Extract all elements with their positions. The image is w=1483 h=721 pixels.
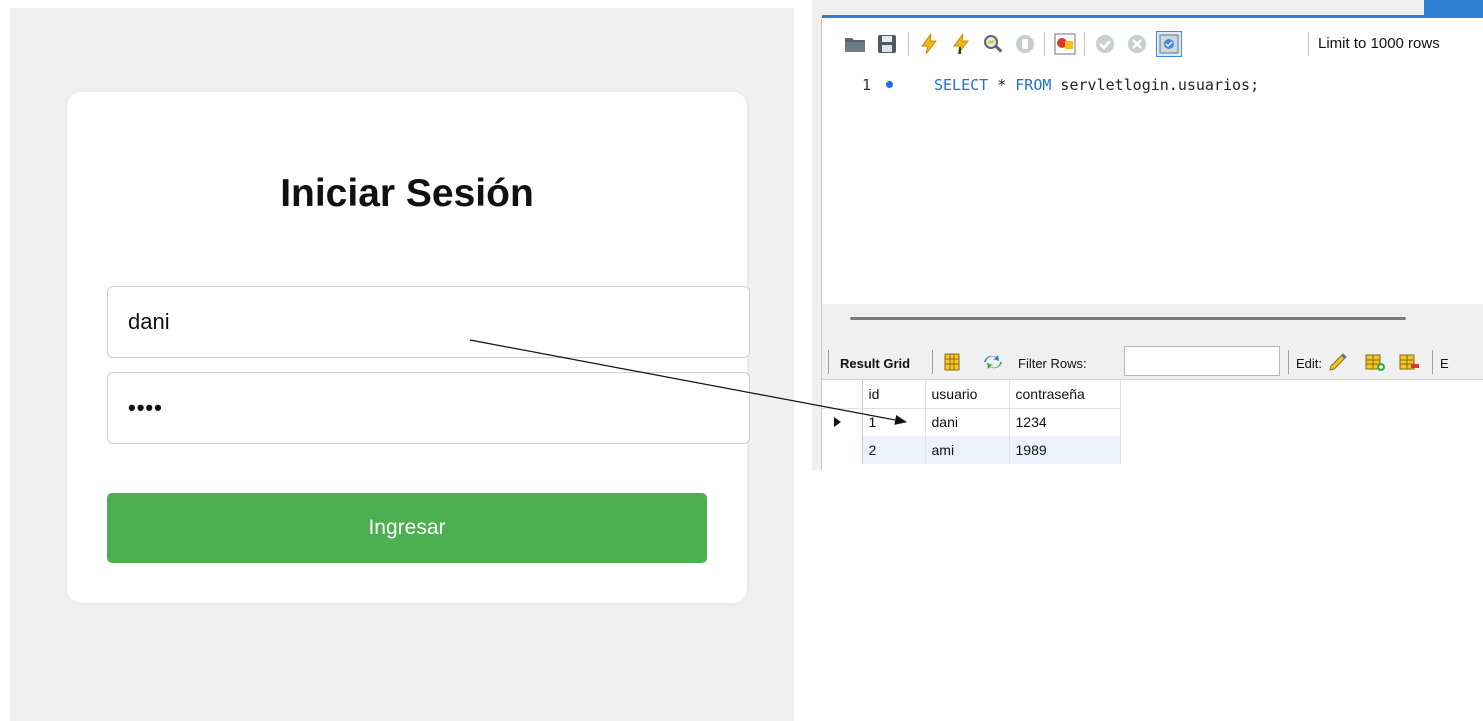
stop-icon[interactable] (1014, 33, 1036, 55)
sql-editor[interactable]: 1 SELECT * FROM servletlogin.usuarios; (822, 66, 1483, 304)
tab-strip-corner (1424, 0, 1483, 18)
table-row[interactable]: 1 dani 1234 (822, 408, 1121, 436)
username-input[interactable] (107, 286, 750, 358)
filter-rows-input[interactable] (1124, 346, 1280, 376)
edit-pencil-icon[interactable] (1328, 352, 1350, 374)
row-header[interactable] (822, 408, 863, 436)
toolbar-separator (908, 32, 909, 56)
add-row-icon[interactable] (1364, 352, 1386, 374)
toolbar-separator (1308, 32, 1309, 56)
login-submit-button[interactable]: Ingresar (107, 493, 707, 563)
panel-splitter-area (822, 304, 1483, 344)
execute-lightning-icon[interactable] (918, 33, 940, 55)
editor-line[interactable]: 1 SELECT * FROM servletlogin.usuarios; (822, 74, 1483, 96)
toolbar-separator (828, 350, 829, 374)
cell-id[interactable]: 1 (862, 408, 926, 436)
filter-rows-label: Filter Rows: (1018, 356, 1087, 371)
toolbar-separator (932, 350, 933, 374)
cell-contrasena[interactable]: 1989 (1009, 436, 1121, 464)
explain-magnifier-icon[interactable] (982, 33, 1004, 55)
password-input[interactable] (107, 372, 750, 444)
limit-rows-select[interactable]: Limit to 1000 rows (1318, 35, 1440, 52)
left-border (812, 18, 822, 470)
sql-keyword-from: FROM (1015, 76, 1052, 94)
edit-label: Edit: (1296, 356, 1323, 371)
login-page: Iniciar Sesión Ingresar (10, 8, 794, 721)
column-header-id[interactable]: id (862, 380, 926, 409)
refresh-icon[interactable] (982, 352, 1004, 374)
delete-row-icon[interactable] (1398, 352, 1420, 374)
autocommit-toggle-icon[interactable] (1156, 31, 1182, 57)
cell-usuario[interactable]: dani (925, 408, 1010, 436)
result-table: id usuario contraseña 1 dani 1234 2 ami … (822, 380, 1121, 464)
row-header[interactable] (822, 436, 863, 464)
column-header-contrasena[interactable]: contraseña (1009, 380, 1121, 409)
toggle-error-stop-icon[interactable] (1054, 33, 1076, 55)
line-number: 1 (862, 76, 872, 94)
rollback-icon[interactable] (1126, 33, 1148, 55)
cell-contrasena[interactable]: 1234 (1009, 408, 1121, 436)
column-header-usuario[interactable]: usuario (925, 380, 1010, 409)
cell-id[interactable]: 2 (862, 436, 926, 464)
execute-cursor-lightning-icon[interactable] (950, 33, 972, 55)
table-row[interactable]: 2 ami 1989 (822, 436, 1121, 464)
toolbar-separator (1084, 32, 1085, 56)
save-icon[interactable] (876, 33, 898, 55)
row-header-corner (822, 380, 863, 409)
result-grid-tab[interactable]: Result Grid (840, 356, 910, 371)
commit-icon[interactable] (1094, 33, 1116, 55)
mysql-workbench-window: Limit to 1000 rows 1 SELECT * FROM servl… (812, 0, 1483, 470)
cell-usuario[interactable]: ami (925, 436, 1010, 464)
toolbar-separator (1288, 350, 1289, 374)
sql-table-ref: servletlogin.usuarios; (1051, 76, 1260, 94)
open-folder-icon[interactable] (844, 33, 866, 55)
sql-star: * (988, 76, 1016, 94)
panel-splitter-handle[interactable] (850, 317, 1406, 320)
toolbar-overflow-label: E (1440, 356, 1449, 371)
toolbar-separator (1044, 32, 1045, 56)
columns-icon[interactable] (942, 352, 964, 374)
sql-keyword-select: SELECT (934, 76, 989, 94)
statement-marker-icon (886, 81, 893, 88)
login-title: Iniciar Sesión (280, 172, 534, 215)
result-toolbar: Result Grid Filter Rows: Edit: E (822, 344, 1483, 380)
result-grid: id usuario contraseña 1 dani 1234 2 ami … (822, 380, 1483, 470)
sql-statement[interactable]: SELECT * FROM servletlogin.usuarios; (934, 76, 1259, 94)
toolbar-separator (1432, 350, 1433, 374)
table-header-row: id usuario contraseña (822, 380, 1121, 409)
sql-editor-toolbar: Limit to 1000 rows (822, 18, 1483, 66)
current-row-arrow-icon (834, 417, 841, 428)
login-card: Iniciar Sesión Ingresar (67, 92, 750, 603)
